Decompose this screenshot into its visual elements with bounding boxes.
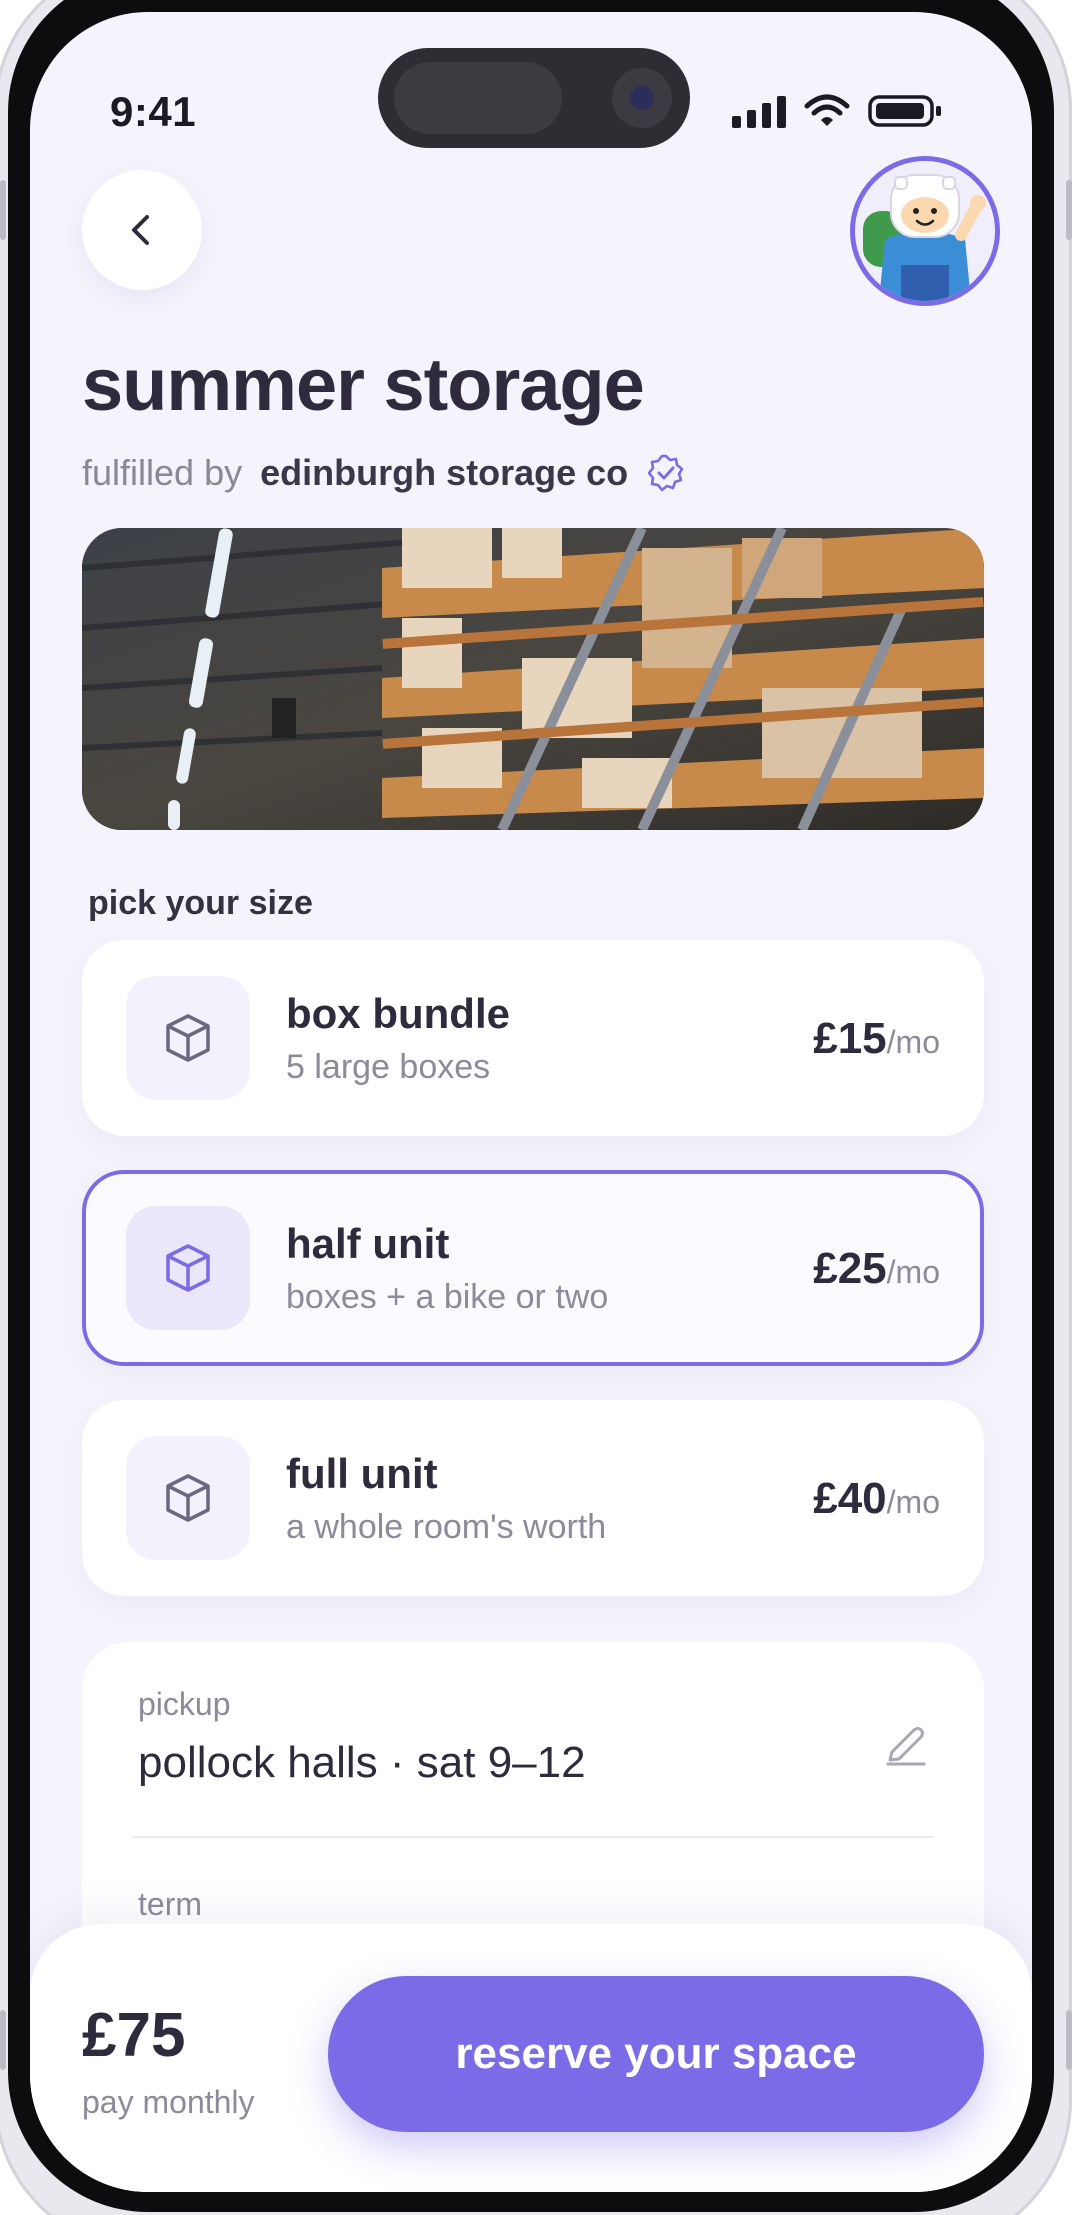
option-name: full unit xyxy=(286,1450,438,1497)
side-button xyxy=(1066,2010,1072,2070)
size-option-half-unit[interactable]: half unit boxes + a bike or two £25/mo xyxy=(82,1170,984,1366)
verified-badge-icon xyxy=(647,454,684,492)
size-option-box-bundle[interactable]: box bundle 5 large boxes £15/mo xyxy=(82,940,984,1136)
box-icon xyxy=(126,1436,250,1560)
pencil-icon xyxy=(886,1727,926,1766)
box-icon xyxy=(126,976,250,1100)
reserve-button[interactable]: reserve your space xyxy=(328,1976,984,2132)
dynamic-island xyxy=(378,48,690,148)
avatar-illustration xyxy=(855,161,995,301)
chevron-left-icon xyxy=(132,215,149,245)
side-button xyxy=(0,2010,6,2070)
avatar[interactable] xyxy=(850,156,1000,306)
option-price: £15/mo xyxy=(813,1014,940,1063)
side-button xyxy=(0,180,6,240)
page-title: summer storage xyxy=(82,343,645,426)
wifi-icon xyxy=(804,94,850,126)
box-icon xyxy=(126,1206,250,1330)
fulfilled-label: fulfilled by xyxy=(82,452,243,493)
pickup-label: pickup xyxy=(138,1686,231,1722)
divider xyxy=(132,1836,934,1838)
warehouse-photo xyxy=(82,528,984,830)
option-name: half unit xyxy=(286,1220,450,1267)
status-time: 9:41 xyxy=(110,88,197,135)
signal-icon xyxy=(732,94,786,128)
size-option-full-unit[interactable]: full unit a whole room's worth £40/mo xyxy=(82,1400,984,1596)
option-description: boxes + a bike or two xyxy=(286,1278,609,1316)
battery-icon xyxy=(868,95,941,127)
provider-name[interactable]: edinburgh storage co xyxy=(260,452,628,494)
option-name: box bundle xyxy=(286,990,510,1037)
section-label: pick your size xyxy=(88,884,313,922)
screen: 9:41 summer storage fulfilled by edinbur… xyxy=(30,12,1032,2192)
edit-pickup-button[interactable] xyxy=(882,1722,930,1775)
back-button[interactable] xyxy=(82,170,202,290)
option-description: 5 large boxes xyxy=(286,1048,491,1086)
provider-row: fulfilled by edinburgh storage co xyxy=(82,452,686,494)
option-price: £25/mo xyxy=(813,1244,940,1293)
checkout-bar: £75 pay monthly reserve your space xyxy=(30,1924,1032,2192)
side-button xyxy=(1066,180,1072,240)
camera-icon xyxy=(612,68,672,128)
total-price: £75 xyxy=(82,2001,186,2070)
term-label: term xyxy=(138,1886,202,1922)
option-price: £40/mo xyxy=(813,1474,940,1523)
pickup-value: pollock halls · sat 9–12 xyxy=(138,1738,586,1787)
status-icons xyxy=(732,94,944,128)
option-description: a whole room's worth xyxy=(286,1508,607,1546)
island-sensor xyxy=(394,62,562,134)
billing-frequency: pay monthly xyxy=(82,2084,255,2120)
